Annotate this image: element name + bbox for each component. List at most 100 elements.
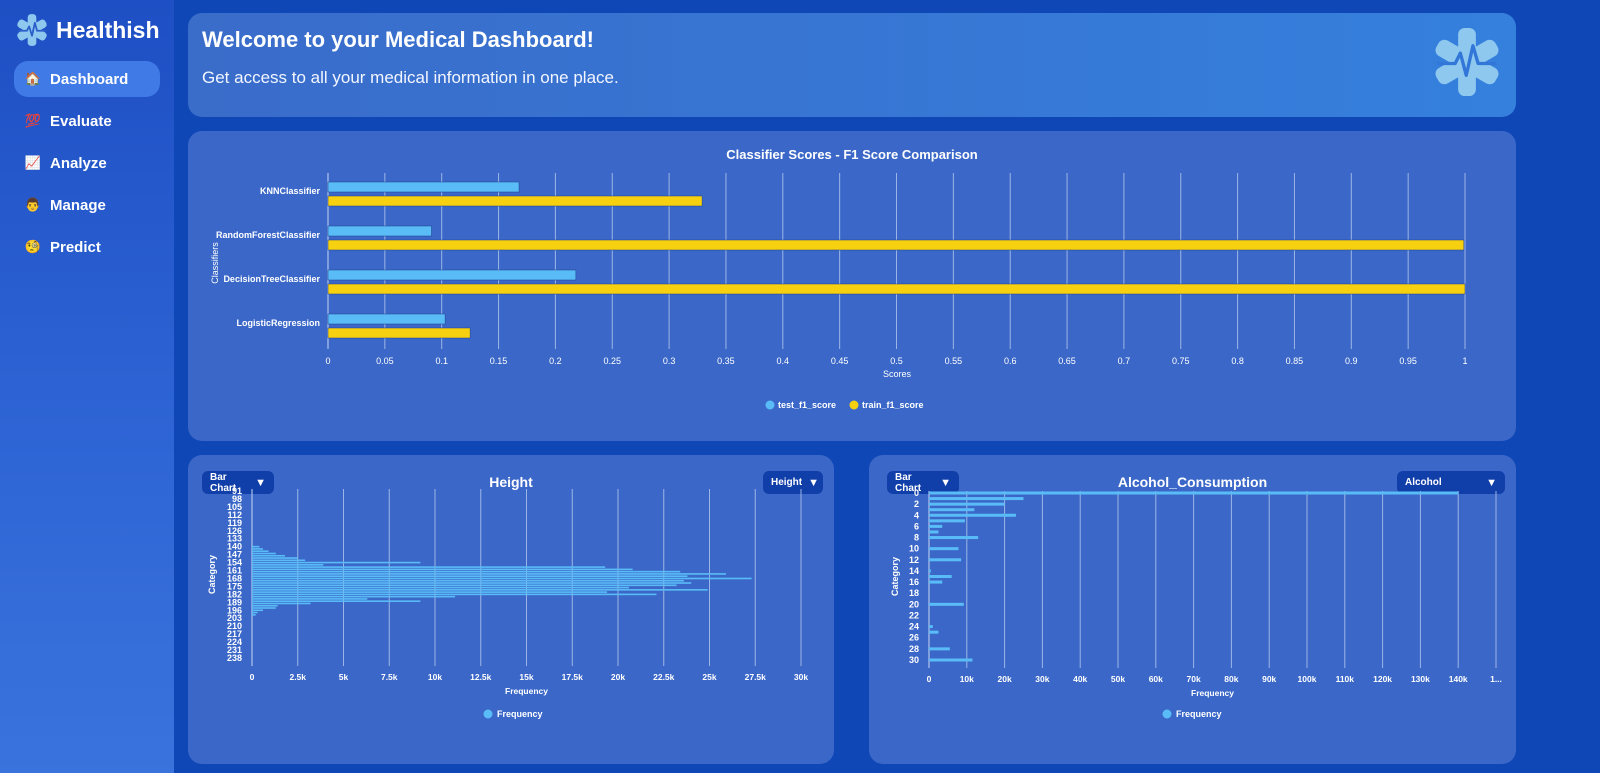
- hundred-points-icon: 💯: [24, 113, 42, 128]
- person-icon: 👨: [24, 197, 42, 212]
- x-tick-label: 0.45: [831, 356, 849, 366]
- sidebar-item-label: Manage: [50, 196, 106, 214]
- bar-frequency: [929, 630, 939, 634]
- bar-frequency: [252, 575, 688, 578]
- bar-frequency: [929, 491, 1459, 495]
- legend-marker: [1162, 709, 1172, 719]
- x-tick-label: 0: [927, 674, 932, 684]
- y-axis-label: Classifiers: [210, 242, 220, 284]
- sidebar-item-evaluate[interactable]: 💯 Evaluate: [14, 103, 160, 139]
- sidebar-item-dashboard[interactable]: 🏠 Dashboard: [14, 61, 160, 97]
- x-tick-label: 0: [325, 356, 330, 366]
- bar-frequency: [252, 568, 633, 571]
- x-tick-label: 27.5k: [745, 672, 767, 682]
- y-tick-label: 16: [909, 577, 919, 587]
- bar-frequency: [252, 604, 278, 607]
- x-tick-label: 0.05: [376, 356, 394, 366]
- x-tick-label: 0.8: [1231, 356, 1244, 366]
- legend-marker: [849, 400, 859, 410]
- alcohol-chart-card: Bar Chart ▼ Alcohol_Consumption Alcohol …: [869, 455, 1516, 764]
- x-tick-label: 1...: [1490, 674, 1502, 684]
- bar-train_f1_score: [327, 327, 471, 339]
- bar-frequency: [929, 530, 939, 534]
- x-tick-label: 0.6: [1004, 356, 1017, 366]
- x-tick-label: 0.25: [603, 356, 621, 366]
- classifier-f1-chart: Classifier Scores - F1 Score Comparison 0…: [210, 147, 1468, 410]
- y-tick-label: 4: [914, 510, 919, 520]
- bar-frequency: [252, 573, 726, 575]
- bar-frequency: [252, 595, 456, 598]
- y-tick-label: 20: [909, 599, 919, 609]
- x-tick-label: 0.85: [1286, 356, 1304, 366]
- bar-frequency: [929, 513, 1016, 517]
- x-tick-label: 50k: [1111, 674, 1125, 684]
- monocle-face-icon: 🧐: [24, 239, 42, 254]
- y-tick-label: 2: [914, 499, 919, 509]
- x-tick-label: 10k: [960, 674, 974, 684]
- bar-test_f1_score: [327, 225, 432, 237]
- bar-frequency: [252, 614, 256, 616]
- bar-test_f1_score: [327, 269, 577, 281]
- x-tick-label: 0.55: [945, 356, 963, 366]
- x-tick-label: 140k: [1449, 674, 1468, 684]
- bar-frequency: [252, 602, 311, 605]
- x-tick-label: 60k: [1149, 674, 1163, 684]
- bar-train_f1_score: [327, 239, 1465, 251]
- y-tick-label: LogisticRegression: [236, 318, 320, 328]
- x-tick-label: 70k: [1187, 674, 1201, 684]
- chart-increasing-icon: 📈: [24, 155, 42, 170]
- welcome-title: Welcome to your Medical Dashboard!: [202, 27, 595, 52]
- bar-frequency: [929, 547, 959, 551]
- medical-star-logo-icon: [17, 14, 47, 46]
- welcome-banner: Welcome to your Medical Dashboard! Get a…: [188, 13, 1516, 117]
- legend-marker: [765, 400, 775, 410]
- x-tick-label: 110k: [1336, 674, 1355, 684]
- bar-frequency: [929, 625, 933, 629]
- bar-frequency: [252, 552, 276, 555]
- bar-frequency: [252, 593, 657, 596]
- y-tick-label: 22: [909, 610, 919, 620]
- y-tick-label: 0: [914, 488, 919, 498]
- app-name: Healthish: [56, 16, 160, 43]
- sidebar-item-manage[interactable]: 👨 Manage: [14, 187, 160, 223]
- bar-frequency: [252, 550, 269, 553]
- sidebar-item-label: Evaluate: [50, 112, 112, 130]
- y-tick-label: DecisionTreeClassifier: [223, 274, 320, 284]
- bar-frequency: [929, 502, 1005, 506]
- sidebar-item-analyze[interactable]: 📈 Analyze: [14, 145, 160, 181]
- x-tick-label: 20k: [998, 674, 1012, 684]
- y-tick-label: 26: [909, 633, 919, 643]
- x-axis-label: Scores: [883, 369, 912, 379]
- medical-star-icon: [1435, 27, 1499, 97]
- brand[interactable]: Healthish: [14, 12, 160, 48]
- x-tick-label: 0.95: [1399, 356, 1417, 366]
- bar-frequency: [252, 561, 421, 564]
- y-tick-label: 14: [909, 566, 919, 576]
- bar-frequency: [252, 584, 677, 587]
- y-tick-label: 18: [909, 588, 919, 598]
- y-axis-label: Category: [207, 555, 217, 594]
- x-tick-label: 0.5: [890, 356, 903, 366]
- legend-marker: [483, 709, 493, 719]
- x-tick-label: 80k: [1224, 674, 1238, 684]
- bar-frequency: [929, 658, 973, 662]
- x-tick-label: 7.5k: [381, 672, 398, 682]
- bar-frequency: [252, 557, 298, 559]
- sidebar-item-predict[interactable]: 🧐 Predict: [14, 229, 160, 265]
- bar-frequency: [929, 558, 962, 562]
- bar-frequency: [252, 600, 421, 602]
- bar-frequency: [929, 580, 943, 584]
- bar-frequency: [929, 519, 965, 523]
- sidebar-nav: 🏠 Dashboard 💯 Evaluate 📈 Analyze 👨 Manage 🧐 Predi…: [14, 61, 160, 271]
- bar-frequency: [929, 497, 1024, 501]
- bar-frequency: [929, 524, 943, 528]
- bar-frequency: [252, 570, 681, 573]
- x-tick-label: 2.5k: [289, 672, 306, 682]
- bar-frequency: [252, 559, 306, 562]
- x-tick-label: 1: [1462, 356, 1467, 366]
- classifier-chart-card: Classifier Scores - F1 Score Comparison 0…: [188, 131, 1516, 441]
- y-tick-label: 10: [909, 544, 919, 554]
- bar-frequency: [252, 579, 684, 582]
- legend-label: Frequency: [1176, 709, 1222, 719]
- x-tick-label: 0.4: [777, 356, 790, 366]
